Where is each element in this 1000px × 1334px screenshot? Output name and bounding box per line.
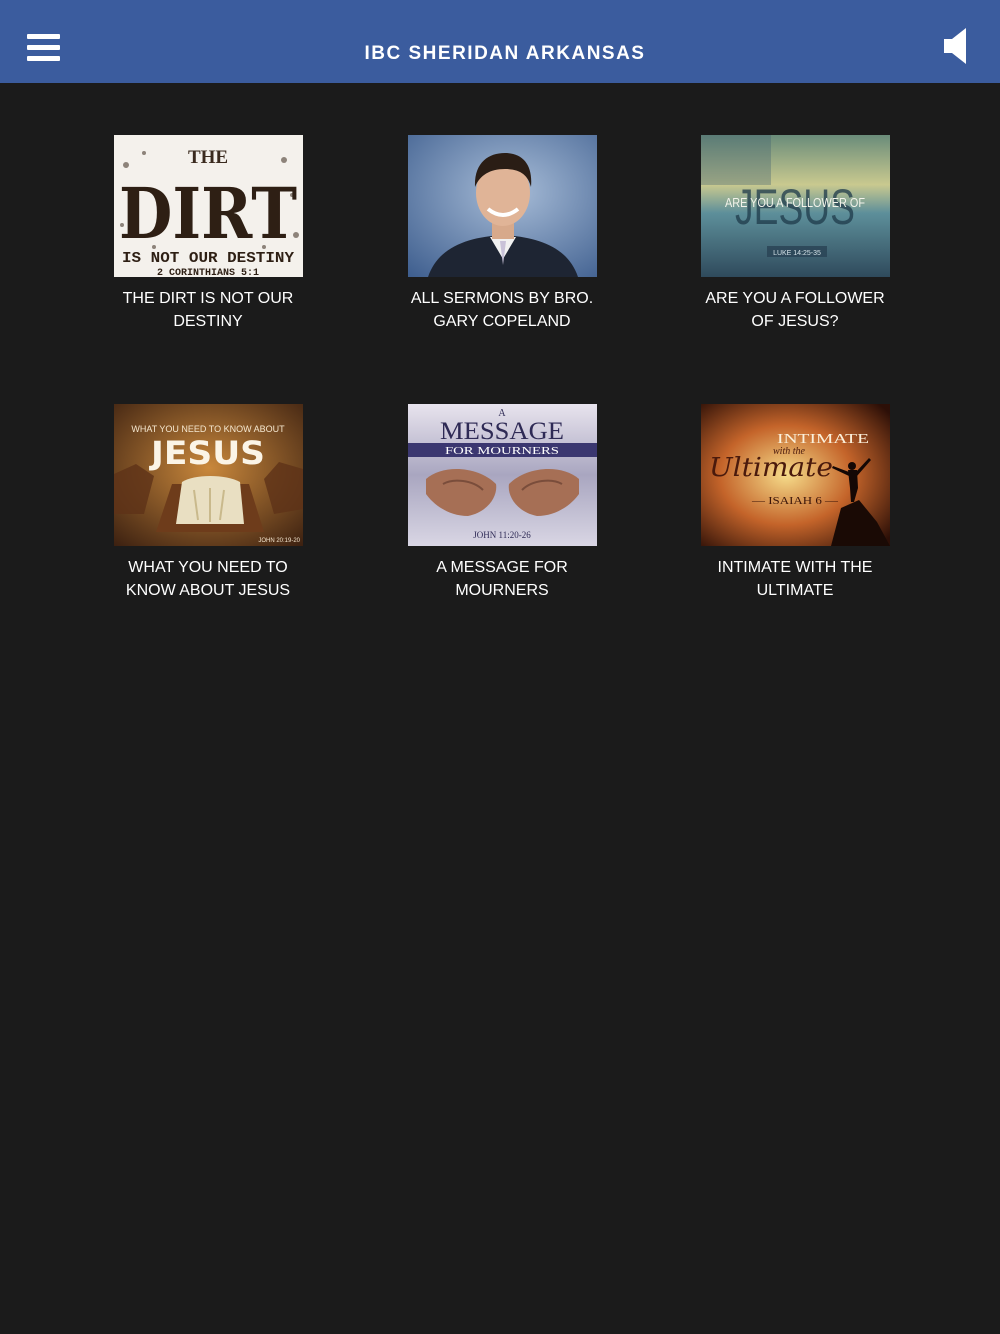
- thumb-text: DIRT: [119, 172, 297, 255]
- sermon-thumbnail: WHAT YOU NEED TO KNOW ABOUT JESUS JOHN 2…: [113, 404, 303, 546]
- thumb-text: INTIMATE: [777, 432, 869, 447]
- sermon-tile[interactable]: INTIMATE with the Ultimate — ISAIAH 6 — …: [680, 404, 910, 602]
- sermon-title: THE DIRT IS NOT OUR DESTINY: [122, 290, 294, 330]
- sermon-tile[interactable]: JESUS ARE YOU A FOLLOWER OF LUKE 14:25-3…: [680, 135, 910, 333]
- thumb-text: JOHN 11:20-26: [473, 530, 531, 540]
- thumb-text: THE: [187, 147, 227, 168]
- thumb-text: Ultimate: [709, 453, 833, 483]
- sermon-thumbnail: JESUS ARE YOU A FOLLOWER OF LUKE 14:25-3…: [700, 135, 890, 277]
- thumb-text: WHAT YOU NEED TO KNOW ABOUT: [131, 424, 285, 434]
- sermon-title: WHAT YOU NEED TO KNOW ABOUT JESUS: [125, 559, 291, 599]
- thumb-text: JESUS: [148, 434, 264, 472]
- sermon-thumbnail: A MESSAGE FOR MOURNERS JOHN 11:20-26: [407, 404, 597, 546]
- sermon-thumbnail: THE DIRT IS NOT OUR DESTINY 2 CORINTHIAN…: [113, 135, 303, 277]
- thumb-text: — ISAIAH 6 —: [750, 495, 838, 507]
- sermon-title: ARE YOU A FOLLOWER OF JESUS?: [705, 290, 885, 330]
- sermon-tile[interactable]: A MESSAGE FOR MOURNERS JOHN 11:20-26 A M…: [387, 404, 617, 602]
- sermon-thumbnail: INTIMATE with the Ultimate — ISAIAH 6 —: [700, 404, 890, 546]
- thumb-text: MESSAGE: [440, 418, 564, 445]
- sermon-thumbnail: [407, 135, 597, 277]
- thumb-text: FOR MOURNERS: [445, 445, 559, 457]
- sermon-tile[interactable]: ALL SERMONS BY BRO. GARY COPELAND: [387, 135, 617, 333]
- thumb-text: LUKE 14:25-35: [773, 250, 821, 257]
- sermon-title: INTIMATE WITH THE ULTIMATE: [717, 559, 873, 599]
- sermon-grid: THE DIRT IS NOT OUR DESTINY 2 CORINTHIAN…: [0, 0, 1000, 1334]
- thumb-text: IS NOT OUR DESTINY: [122, 250, 294, 267]
- thumb-text: ARE YOU A FOLLOWER OF: [725, 195, 865, 210]
- sermon-tile[interactable]: WHAT YOU NEED TO KNOW ABOUT JESUS JOHN 2…: [93, 404, 323, 602]
- sermon-title: A MESSAGE FOR MOURNERS: [436, 559, 568, 599]
- sermon-title: ALL SERMONS BY BRO. GARY COPELAND: [410, 290, 594, 330]
- thumb-text: JOHN 20:19-20: [258, 538, 300, 544]
- thumb-text: 2 CORINTHIANS 5:1: [156, 268, 258, 277]
- sermon-tile[interactable]: THE DIRT IS NOT OUR DESTINY 2 CORINTHIAN…: [93, 135, 323, 333]
